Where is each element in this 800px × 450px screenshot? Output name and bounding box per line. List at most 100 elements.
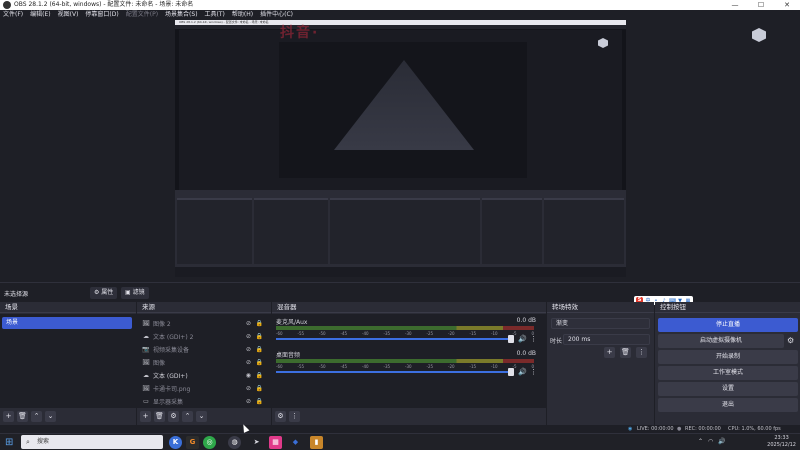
eye-hidden-icon[interactable]: ⊘: [246, 398, 251, 405]
transition-menu-button[interactable]: ⋮: [636, 347, 647, 358]
menu-view[interactable]: 视图(V): [58, 10, 79, 20]
lock-icon[interactable]: 🔒: [256, 398, 263, 405]
source-label: 显示器采集: [153, 398, 184, 406]
lock-icon[interactable]: 🔒: [256, 346, 263, 353]
eye-visible-icon[interactable]: ◉: [246, 372, 251, 379]
audio-settings-button[interactable]: ⚙: [275, 411, 286, 422]
remove-transition-button[interactable]: 🗑: [620, 347, 631, 358]
menu-edit[interactable]: 编辑(E): [30, 10, 50, 20]
settings-button[interactable]: 设置: [658, 382, 798, 396]
source-properties-button[interactable]: ⚙: [168, 411, 179, 422]
mixer-menu-button[interactable]: ⋮: [289, 411, 300, 422]
add-source-button[interactable]: +: [140, 411, 151, 422]
speaker-icon[interactable]: 🔊: [518, 368, 527, 376]
nested-scenes-dock: [177, 198, 252, 264]
move-down-button[interactable]: ⌄: [45, 411, 56, 422]
list-item[interactable]: ☁ 文本 (GDI+) ◉ 🔒: [139, 369, 269, 381]
lock-icon[interactable]: 🔒: [256, 385, 263, 392]
nested-mixer-dock: [330, 198, 480, 264]
menu-scene-collection[interactable]: 场景集合(S): [165, 10, 198, 20]
menu-tools[interactable]: 工具(T): [205, 10, 225, 20]
eye-hidden-icon[interactable]: ⊘: [246, 385, 251, 392]
lock-icon[interactable]: 🔒: [256, 320, 263, 327]
start-recording-button[interactable]: 开始录制: [658, 350, 798, 364]
list-item[interactable]: 📷 视频采集设备 ⊘ 🔒: [139, 343, 269, 355]
source-label: 图像 2: [153, 320, 171, 328]
volume-icon[interactable]: 🔊: [718, 438, 725, 445]
wechat-icon[interactable]: ◎: [203, 436, 216, 449]
preview-canvas[interactable]: OBS 28.1.2 (64-bit, windows) - 配置文件: 未命名…: [175, 20, 626, 277]
eye-hidden-icon[interactable]: ⊘: [246, 333, 251, 340]
slider-knob[interactable]: [508, 335, 514, 343]
nested-preview: [179, 30, 622, 190]
menu-plugins[interactable]: 插件中心(C): [260, 10, 293, 20]
volume-slider[interactable]: [276, 335, 514, 343]
channel-name: 麦克风/Aux: [276, 319, 308, 326]
filters-button[interactable]: ▣ 滤镜: [121, 287, 149, 299]
windows-start-icon[interactable]: ⊞: [5, 437, 13, 448]
properties-button[interactable]: ⚙ 属性: [90, 287, 118, 299]
transition-select[interactable]: 渐变: [551, 318, 650, 329]
tray-chevron-icon[interactable]: ⌃: [698, 438, 703, 445]
list-item[interactable]: 🖼 图像 ⊘ 🔒: [139, 356, 269, 368]
more-options-icon[interactable]: ⋮: [530, 368, 537, 376]
add-transition-button[interactable]: +: [604, 347, 615, 358]
menu-profile[interactable]: 配置文件(P): [126, 10, 158, 20]
app-blue-icon[interactable]: ◆: [289, 436, 302, 449]
list-item[interactable]: ☁ 文本 (GDI+) 2 ⊘ 🔒: [139, 330, 269, 342]
app-pink-icon[interactable]: ▦: [269, 436, 282, 449]
scenes-dock: 场景 场景 + 🗑 ⌃ ⌄: [0, 302, 136, 425]
app-orange-icon[interactable]: ▮: [310, 436, 323, 449]
nested-sources-dock: [254, 198, 328, 264]
list-item[interactable]: ▭ 显示器采集 ⊘ 🔒: [139, 395, 269, 407]
more-options-icon[interactable]: ⋮: [530, 335, 537, 343]
volume-slider[interactable]: [276, 368, 514, 376]
start-virtual-camera-button[interactable]: 启动虚拟摄像机: [658, 334, 784, 348]
eye-hidden-icon[interactable]: ⊘: [246, 346, 251, 353]
image-icon: 🖼: [142, 358, 150, 366]
gear-icon[interactable]: ⚙: [787, 336, 794, 345]
studio-mode-button[interactable]: 工作室模式: [658, 366, 798, 380]
menu-docks[interactable]: 停靠窗口(D): [85, 10, 118, 20]
taskbar-search[interactable]: ⌕ 搜索: [21, 435, 163, 449]
stop-streaming-button[interactable]: 停止直播: [658, 318, 798, 332]
eye-hidden-icon[interactable]: ⊘: [246, 320, 251, 327]
menu-file[interactable]: 文件(F): [3, 10, 23, 20]
lock-icon[interactable]: 🔒: [256, 372, 263, 379]
taskbar-clock[interactable]: 23:33 2025/12/12: [767, 435, 796, 449]
list-item[interactable]: 🖼 卡通卡司.png ⊘ 🔒: [139, 382, 269, 394]
eye-hidden-icon[interactable]: ⊘: [246, 359, 251, 366]
lock-icon[interactable]: 🔒: [256, 359, 263, 366]
app-k-icon[interactable]: K: [169, 436, 182, 449]
meter-tick: -15: [469, 364, 477, 369]
cpu-status: CPU: 1.0%, 60.00 fps: [728, 426, 781, 432]
remove-scene-button[interactable]: 🗑: [17, 411, 28, 422]
list-item[interactable]: 🖼 图像 2 ⊘ 🔒: [139, 317, 269, 329]
window-titlebar: OBS 28.1.2 (64-bit, windows) - 配置文件: 未命名…: [0, 0, 800, 10]
add-scene-button[interactable]: +: [3, 411, 14, 422]
meter-tick: -50: [319, 364, 326, 369]
feishu-icon[interactable]: ➤: [250, 436, 263, 449]
lock-icon[interactable]: 🔒: [256, 333, 263, 340]
nested-controls-dock: [544, 198, 624, 264]
slider-knob[interactable]: [508, 368, 514, 376]
app-g-icon[interactable]: G: [186, 436, 199, 449]
speaker-icon[interactable]: 🔊: [518, 335, 527, 343]
exit-button[interactable]: 退出: [658, 398, 798, 412]
menu-help[interactable]: 帮助(H): [232, 10, 253, 20]
scenes-dock-title: 场景: [0, 302, 136, 313]
duration-input[interactable]: 200 ms: [563, 334, 650, 345]
move-up-button[interactable]: ⌃: [31, 411, 42, 422]
minimize-button[interactable]: —: [722, 0, 748, 10]
move-up-button[interactable]: ⌃: [182, 411, 193, 422]
channel-db: 0.0 dB: [516, 350, 536, 357]
move-down-button[interactable]: ⌄: [196, 411, 207, 422]
close-button[interactable]: ✕: [774, 0, 800, 10]
clock-time: 23:33: [774, 435, 789, 441]
obs-app-icon[interactable]: ◍: [228, 436, 241, 449]
maximize-button[interactable]: ☐: [748, 0, 774, 10]
scene-item[interactable]: 场景: [2, 317, 132, 329]
remove-source-button[interactable]: 🗑: [154, 411, 165, 422]
wifi-icon[interactable]: ◠: [708, 438, 713, 445]
rec-timer: REC: 00:00:00: [685, 426, 721, 432]
